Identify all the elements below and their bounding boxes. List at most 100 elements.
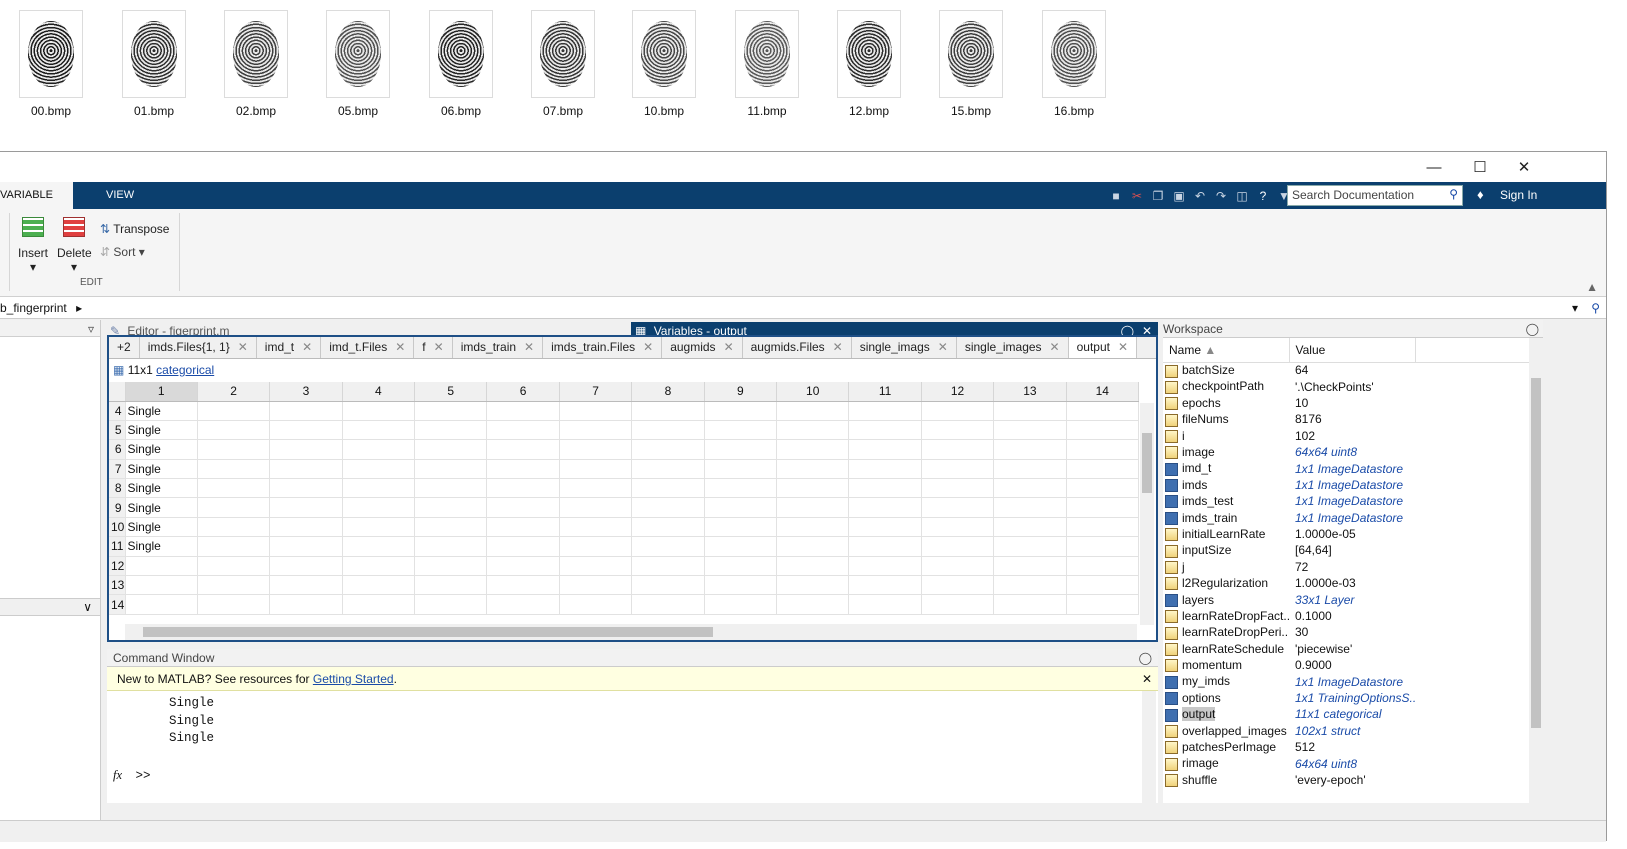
grid-cell[interactable] [342,536,416,557]
grid-cell[interactable] [631,459,705,480]
grid-cell[interactable] [921,420,995,441]
grid-cell[interactable] [414,594,488,615]
grid-cell[interactable] [704,575,778,596]
grid-cell[interactable] [269,420,343,441]
workspace-row[interactable]: patchesPerImage 512 [1163,739,1529,755]
scroll-thumb[interactable] [1531,378,1541,728]
grid-cell[interactable] [704,420,778,441]
column-value[interactable]: Value [1289,338,1416,363]
grid-cell[interactable] [631,536,705,557]
row-number[interactable]: 9 [109,497,126,518]
grid-cell[interactable] [125,594,198,615]
grid-cell[interactable] [197,439,271,460]
grid-cell[interactable] [848,517,922,538]
workspace-row[interactable]: j 72 [1163,559,1529,575]
grid-cell[interactable] [414,517,488,538]
workspace-row[interactable]: my_imds 1x1 ImageDatastore [1163,673,1529,689]
variable-tab[interactable]: imds_train.Files ✕ [543,337,663,358]
close-button[interactable]: ✕ [1502,152,1546,182]
grid-cell[interactable] [559,575,633,596]
grid-cell[interactable] [631,594,705,615]
grid-cell[interactable] [342,556,416,577]
workspace-row[interactable]: rimage 64x64 uint8 [1163,755,1529,771]
grid-cell[interactable] [559,439,633,460]
close-tab-icon[interactable]: ✕ [833,340,843,354]
thumbnail-05-bmp[interactable]: 05.bmp [325,10,391,118]
variable-tab[interactable]: f ✕ [414,337,453,358]
grid-cell[interactable] [704,497,778,518]
address-bar[interactable]: b_fingerprint ▸ ▾ ⚲ [0,297,1606,319]
grid-cell[interactable] [559,556,633,577]
row-number[interactable]: 8 [109,478,126,499]
grid-cell[interactable] [993,478,1067,499]
column-header[interactable]: 6 [486,382,560,402]
grid-cell[interactable] [1066,478,1140,499]
workspace-row[interactable]: i 102 [1163,428,1529,444]
grid-cell[interactable] [921,575,995,596]
grid-cell[interactable] [342,478,416,499]
grid-cell[interactable] [921,536,995,557]
grid-cell[interactable] [1066,459,1140,480]
workspace-row[interactable]: shuffle 'every-epoch' [1163,772,1529,788]
grid-cell[interactable] [704,594,778,615]
grid-cell[interactable] [559,459,633,480]
variable-tab[interactable]: single_imags ✕ [852,337,957,358]
sign-in-link[interactable]: Sign In [1500,182,1537,209]
grid-cell[interactable] [269,478,343,499]
thumbnail-07-bmp[interactable]: 07.bmp [530,10,596,118]
grid-cell[interactable] [125,575,198,596]
grid-cell[interactable] [921,594,995,615]
chevron-right-icon[interactable]: ▸ [76,301,82,315]
workspace-row[interactable]: checkpointPath '.\CheckPoints' [1163,378,1529,394]
grid-cell[interactable] [848,575,922,596]
grid-cell[interactable] [559,401,633,421]
maximize-button[interactable]: ☐ [1458,152,1502,182]
grid-cell[interactable] [1066,517,1140,538]
grid-cell[interactable] [848,420,922,441]
grid-cell[interactable] [1066,401,1140,421]
grid-cell[interactable] [993,439,1067,460]
row-number[interactable]: 10 [109,517,126,538]
grid-cell[interactable] [776,517,850,538]
close-tab-icon[interactable]: ✕ [938,340,948,354]
thumbnail-01-bmp[interactable]: 01.bmp [121,10,187,118]
grid-cell[interactable] [486,517,560,538]
grid-cell[interactable] [993,459,1067,480]
grid-cell[interactable] [848,439,922,460]
variable-grid[interactable]: 1 2 3 4 5 6 7 8 9 10 11 12 13 14 4 Single 5 Single 6 Singl… [109,382,1140,615]
row-number[interactable]: 13 [109,575,126,596]
grid-cell[interactable] [704,517,778,538]
thumbnail-15-bmp[interactable]: 15.bmp [938,10,1004,118]
command-window-header[interactable]: Command Window ◯ [107,649,1158,667]
grid-cell[interactable] [1066,420,1140,441]
grid-cell[interactable] [486,401,560,421]
workspace-row[interactable]: imds_train 1x1 ImageDatastore [1163,510,1529,526]
workspace-row[interactable]: l2Regularization 1.0000e-03 [1163,575,1529,591]
row-number[interactable]: 11 [109,536,126,557]
close-tab-icon[interactable]: ✕ [643,340,653,354]
grid-cell[interactable] [197,517,271,538]
thumbnail-02-bmp[interactable]: 02.bmp [223,10,289,118]
row-number[interactable]: 12 [109,556,126,577]
delete-button[interactable]: Delete ▾ [57,217,92,274]
workspace-row[interactable]: momentum 0.9000 [1163,657,1529,673]
grid-cell[interactable]: Single [125,439,198,460]
grid-cell[interactable] [993,517,1067,538]
grid-cell[interactable]: Single [125,420,198,441]
grid-cell[interactable] [559,536,633,557]
workspace-header[interactable]: Workspace ◯ [1163,320,1543,338]
grid-cell[interactable] [559,594,633,615]
close-tab-icon[interactable]: ✕ [1050,340,1060,354]
column-header[interactable]: 8 [631,382,705,402]
workspace-row[interactable]: output 11x1 categorical [1163,706,1529,722]
grid-cell[interactable] [776,478,850,499]
variable-tab[interactable]: imds.Files{1, 1} ✕ [140,337,257,358]
grid-cell[interactable] [921,497,995,518]
grid-cell[interactable] [414,401,488,421]
grid-cell[interactable] [776,459,850,480]
variable-tab[interactable]: output ✕ [1068,337,1138,358]
close-tab-icon[interactable]: ✕ [238,340,248,354]
grid-cell[interactable] [125,556,198,577]
row-number[interactable]: 4 [109,401,126,421]
chevron-down-icon[interactable]: ∨ [83,600,92,614]
